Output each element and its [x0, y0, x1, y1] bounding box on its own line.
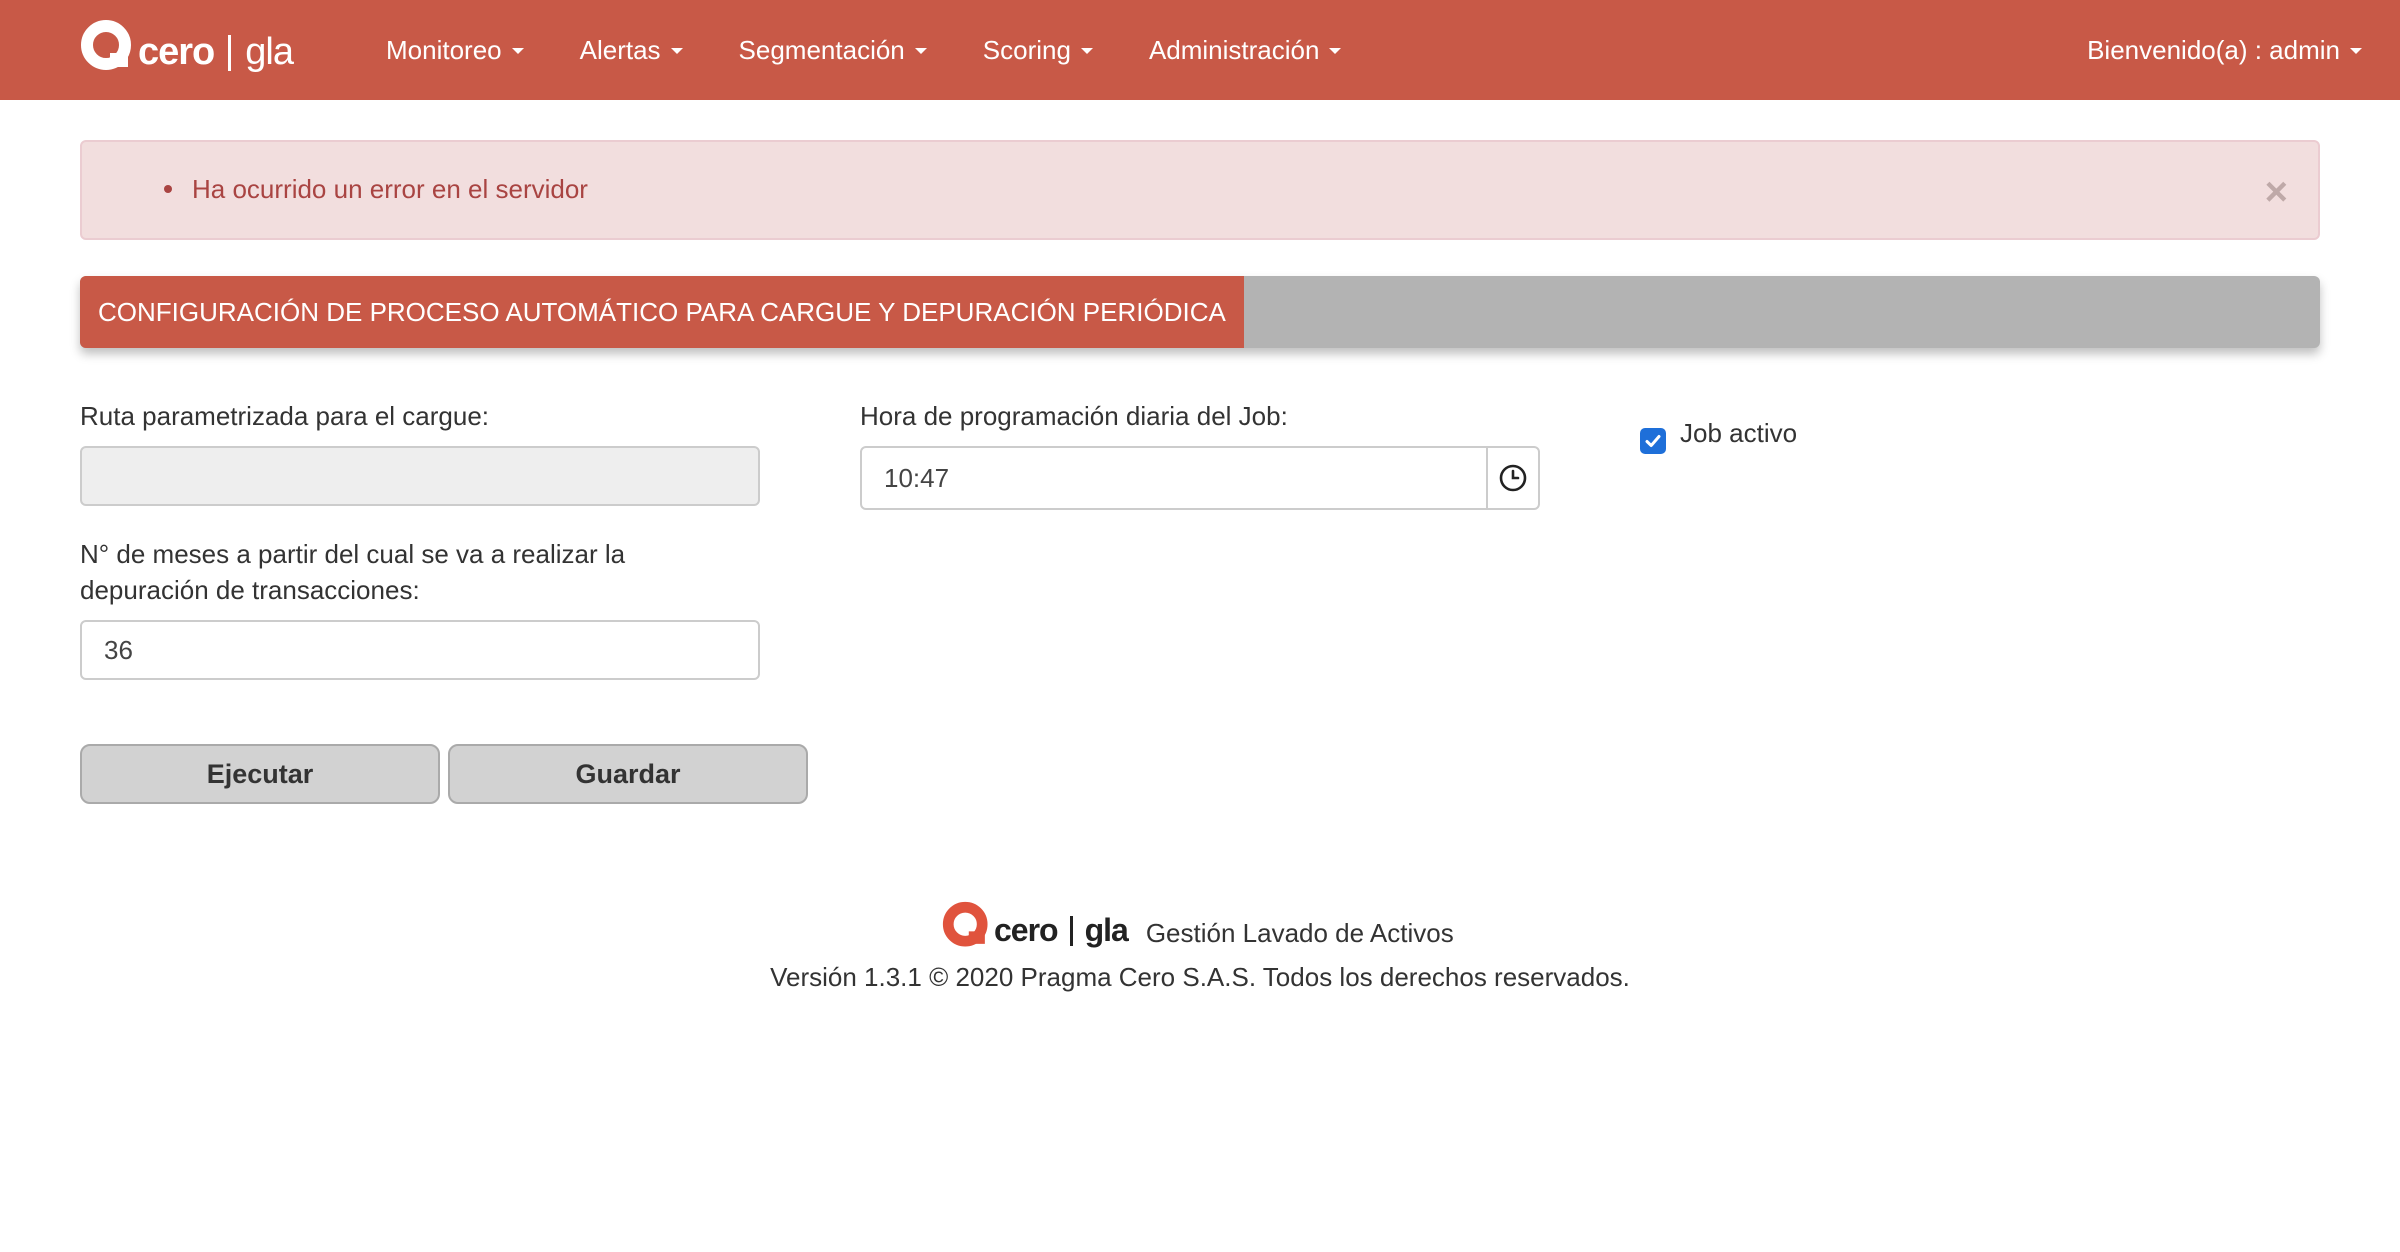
brand-product: gla: [245, 30, 294, 73]
close-icon[interactable]: ×: [2265, 172, 2288, 212]
chevron-down-icon: [1080, 48, 1093, 54]
error-alert: Ha ocurrido un error en el servidor ×: [80, 140, 2320, 240]
top-navbar: cero gla Monitoreo Alertas Segmentación …: [0, 0, 2400, 100]
section-header: CONFIGURACIÓN DE PROCESO AUTOMÁTICO PARA…: [80, 276, 2320, 348]
job-active-label: Job activo: [1680, 418, 1798, 448]
chevron-down-icon: [914, 48, 927, 54]
footer-logo-mark-icon: [942, 901, 992, 951]
brand-logo[interactable]: cero gla: [80, 14, 294, 80]
chevron-down-icon: [2350, 48, 2362, 54]
footer-version: Versión 1.3.1 © 2020 Pragma Cero S.A.S. …: [770, 962, 1630, 992]
user-menu-label: Bienvenido(a) : admin: [2087, 34, 2340, 65]
bullet-icon: [164, 185, 172, 193]
brand-divider: [228, 35, 232, 71]
execute-button[interactable]: Ejecutar: [80, 744, 440, 804]
footer-tagline: Gestión Lavado de Activos: [1145, 917, 1454, 948]
chevron-down-icon: [670, 48, 683, 54]
nav-alertas[interactable]: Alertas: [552, 0, 711, 100]
clock-button[interactable]: [1486, 446, 1540, 510]
footer-brand-product: gla: [1084, 911, 1129, 948]
months-input[interactable]: 36: [80, 620, 760, 680]
footer-brand-name: cero: [994, 911, 1059, 948]
footer-brand-divider: [1069, 916, 1073, 946]
brand-name: cero: [138, 30, 215, 73]
months-label-line2: depuración de transacciones:: [80, 575, 420, 605]
main-nav: Monitoreo Alertas Segmentación Scoring A…: [358, 0, 1369, 100]
nav-monitoreo-label: Monitoreo: [386, 34, 502, 65]
user-menu[interactable]: Bienvenido(a) : admin: [2087, 0, 2362, 100]
nav-monitoreo[interactable]: Monitoreo: [358, 0, 552, 100]
route-input[interactable]: [80, 446, 760, 506]
route-label: Ruta parametrizada para el cargue:: [80, 401, 490, 431]
nav-scoring[interactable]: Scoring: [955, 0, 1121, 100]
clock-icon: [1499, 464, 1527, 492]
chevron-down-icon: [511, 48, 524, 54]
footer-brand: cero gla Gestión Lavado de Activos: [942, 896, 1454, 956]
logo-mark-icon: [80, 19, 136, 75]
schedule-label: Hora de programación diaria del Job:: [860, 401, 1288, 431]
job-active-checkbox[interactable]: [1640, 428, 1666, 454]
months-label-line1: N° de meses a partir del cual se va a re…: [80, 539, 626, 569]
nav-segmentacion-label: Segmentación: [738, 34, 905, 65]
chevron-down-icon: [1329, 48, 1342, 54]
save-button[interactable]: Guardar: [448, 744, 808, 804]
error-message: Ha ocurrido un error en el servidor: [192, 174, 588, 204]
nav-administracion-label: Administración: [1148, 34, 1320, 65]
nav-segmentacion[interactable]: Segmentación: [711, 0, 955, 100]
section-title: CONFIGURACIÓN DE PROCESO AUTOMÁTICO PARA…: [80, 276, 1244, 348]
nav-alertas-label: Alertas: [579, 34, 661, 65]
nav-administracion[interactable]: Administración: [1121, 0, 1370, 100]
checkmark-icon: [1645, 435, 1661, 447]
schedule-time-input[interactable]: 10:47: [860, 446, 1488, 510]
nav-scoring-label: Scoring: [982, 34, 1071, 65]
